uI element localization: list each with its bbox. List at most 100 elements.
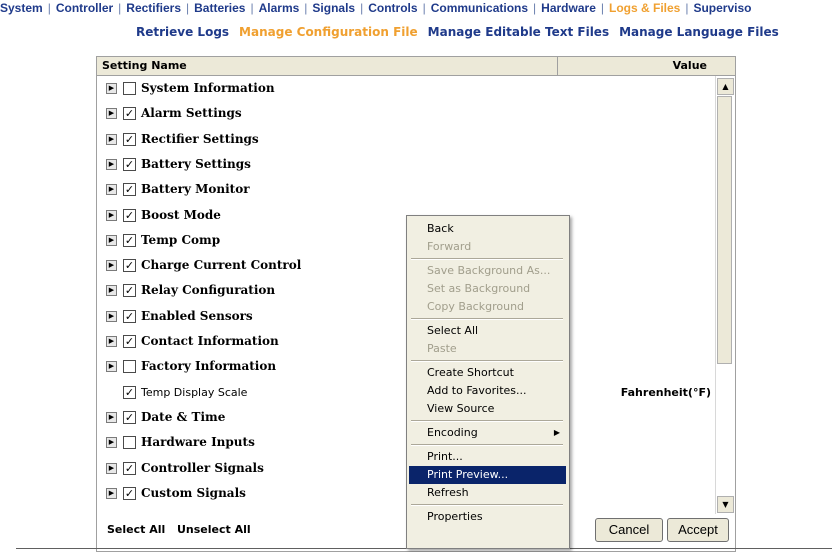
checkbox-icon[interactable]: ✓ [123, 157, 136, 171]
subnav-item-manage-editable-text-files[interactable]: Manage Editable Text Files [428, 25, 609, 39]
checkbox-icon[interactable]: ✓ [123, 233, 136, 247]
settings-row-battery-monitor[interactable]: ▶ ✓ Battery Monitor [97, 178, 707, 203]
checkbox-icon[interactable]: ✓ [123, 284, 136, 298]
column-header-setting-name[interactable]: Setting Name [102, 57, 187, 75]
menu-item-back[interactable]: Back [409, 220, 566, 238]
checkbox-icon[interactable] [123, 360, 136, 374]
menu-item-label: Set as Background [427, 282, 531, 295]
menu-item-print-preview[interactable]: Print Preview... [409, 466, 566, 484]
expand-arrow-icon[interactable]: ▶ [106, 234, 117, 246]
nav-separator: | [600, 1, 604, 15]
nav-item-signals[interactable]: Signals [312, 1, 355, 15]
nav-item-logs-files[interactable]: Logs & Files [609, 1, 680, 15]
expand-arrow-icon[interactable]: ▶ [106, 310, 117, 322]
nav-item-superviso[interactable]: Superviso [693, 1, 751, 15]
expand-arrow-icon[interactable]: ▶ [106, 411, 117, 423]
expand-arrow-icon[interactable]: ▶ [106, 209, 117, 221]
nav-item-alarms[interactable]: Alarms [259, 1, 300, 15]
column-header-value[interactable]: Value [673, 57, 707, 75]
expand-arrow-icon[interactable]: ▶ [106, 133, 117, 145]
subnav-item-manage-configuration-file[interactable]: Manage Configuration File [239, 25, 418, 39]
menu-item-add-to-favorites[interactable]: Add to Favorites... [409, 382, 566, 400]
checkbox-icon[interactable]: ✓ [123, 410, 136, 424]
scrollbar-thumb[interactable] [717, 96, 732, 364]
setting-label: Rectifier Settings [141, 131, 259, 146]
scroll-up-arrow-icon[interactable]: ▲ [717, 78, 734, 95]
expand-arrow-icon[interactable]: ▶ [106, 487, 117, 499]
settings-row-temp-comp[interactable]: ▶ ✓ Temp Comp [97, 229, 707, 254]
menu-item-encoding[interactable]: Encoding ▶ [409, 424, 566, 442]
checkbox-icon[interactable]: ✓ [123, 107, 136, 121]
expand-arrow-icon[interactable]: ▶ [106, 462, 117, 474]
sub-navigation-bar: Retrieve Logs Manage Configuration File Ma… [136, 24, 789, 40]
expand-arrow-icon[interactable]: ▶ [106, 83, 117, 94]
checkbox-icon[interactable] [123, 82, 136, 95]
accept-button[interactable]: Accept [667, 518, 729, 542]
nav-item-batteries[interactable]: Batteries [194, 1, 245, 15]
checkbox-icon[interactable]: ✓ [123, 259, 136, 273]
checkbox-icon[interactable]: ✓ [123, 208, 136, 222]
menu-item-select-all[interactable]: Select All [409, 322, 566, 340]
menu-item-print[interactable]: Print... [409, 448, 566, 466]
settings-row-boost-mode[interactable]: ▶ ✓ Boost Mode [97, 204, 707, 229]
menu-item-refresh[interactable]: Refresh [409, 484, 566, 502]
expand-arrow-icon[interactable]: ▶ [106, 285, 117, 297]
select-all-link[interactable]: Select All [107, 523, 165, 536]
settings-row-charge-current-control[interactable]: ▶ ✓ Charge Current Control [97, 254, 707, 279]
column-divider[interactable] [557, 57, 558, 75]
checkbox-icon[interactable] [123, 436, 136, 450]
nav-item-controls[interactable]: Controls [368, 1, 417, 15]
settings-row-factory-information[interactable]: ▶ Factory Information [97, 355, 707, 380]
menu-separator [411, 420, 563, 422]
settings-row-temp-display-scale[interactable]: ✓ Temp Display Scale Fahrenheit(°F) [97, 381, 711, 406]
setting-label: Boost Mode [141, 207, 221, 222]
subnav-item-retrieve-logs[interactable]: Retrieve Logs [136, 25, 229, 39]
settings-row-system-information[interactable]: ▶ System Information [97, 77, 707, 102]
nav-item-system[interactable]: System [0, 1, 43, 15]
setting-label: Temp Comp [141, 232, 221, 247]
checkbox-icon[interactable]: ✓ [123, 309, 136, 323]
settings-row-battery-settings[interactable]: ▶ ✓ Battery Settings [97, 153, 707, 178]
scroll-down-arrow-icon[interactable]: ▼ [717, 496, 734, 513]
checkbox-icon[interactable]: ✓ [123, 385, 136, 399]
top-navigation-bar: System | Controller | Rectifiers | Batteries | A… [0, 0, 832, 16]
expand-arrow-icon[interactable]: ▶ [106, 437, 117, 449]
settings-row-custom-signals[interactable]: ▶ ✓ Custom Signals [97, 482, 707, 507]
menu-item-properties[interactable]: Properties [409, 508, 566, 526]
nav-separator: | [685, 1, 689, 15]
menu-item-label: Refresh [427, 486, 469, 499]
expand-arrow-icon[interactable]: ▶ [106, 184, 117, 196]
menu-item-view-source[interactable]: View Source [409, 400, 566, 418]
subnav-item-manage-language-files[interactable]: Manage Language Files [619, 25, 779, 39]
menu-item-label: Paste [427, 342, 457, 355]
menu-item-label: Select All [427, 324, 479, 337]
settings-row-enabled-sensors[interactable]: ▶ ✓ Enabled Sensors [97, 305, 707, 330]
settings-row-relay-configuration[interactable]: ▶ ✓ Relay Configuration [97, 279, 707, 304]
nav-item-communications[interactable]: Communications [431, 1, 528, 15]
nav-item-controller[interactable]: Controller [56, 1, 113, 15]
expand-arrow-icon[interactable]: ▶ [106, 158, 117, 170]
checkbox-icon[interactable]: ✓ [123, 335, 136, 348]
settings-row-controller-signals[interactable]: ▶ ✓ Controller Signals [97, 457, 707, 482]
settings-row-rectifier-settings[interactable]: ▶ ✓ Rectifier Settings [97, 128, 707, 153]
unselect-all-link[interactable]: Unselect All [177, 523, 251, 536]
expand-arrow-icon[interactable]: ▶ [106, 361, 117, 373]
checkbox-icon[interactable]: ✓ [123, 461, 136, 475]
expand-arrow-icon[interactable]: ▶ [106, 108, 117, 120]
checkbox-icon[interactable]: ✓ [123, 132, 136, 146]
vertical-scrollbar[interactable]: ▲ ▼ [715, 76, 734, 514]
expand-arrow-icon[interactable]: ▶ [106, 260, 117, 272]
checkbox-icon[interactable]: ✓ [123, 183, 136, 197]
menu-item-create-shortcut[interactable]: Create Shortcut [409, 364, 566, 382]
settings-row-alarm-settings[interactable]: ▶ ✓ Alarm Settings [97, 102, 707, 127]
menu-item-set-as-background: Set as Background [409, 280, 566, 298]
nav-item-rectifiers[interactable]: Rectifiers [126, 1, 181, 15]
settings-row-hardware-inputs[interactable]: ▶ Hardware Inputs [97, 431, 707, 456]
nav-item-hardware[interactable]: Hardware [541, 1, 596, 15]
settings-row-date-time[interactable]: ▶ ✓ Date & Time [97, 406, 707, 431]
settings-row-contact-information[interactable]: ▶ ✓ Contact Information [97, 330, 707, 355]
cancel-button[interactable]: Cancel [595, 518, 663, 542]
checkbox-icon[interactable]: ✓ [123, 486, 136, 500]
setting-label: Factory Information [141, 359, 277, 374]
expand-arrow-icon[interactable]: ▶ [106, 336, 117, 347]
